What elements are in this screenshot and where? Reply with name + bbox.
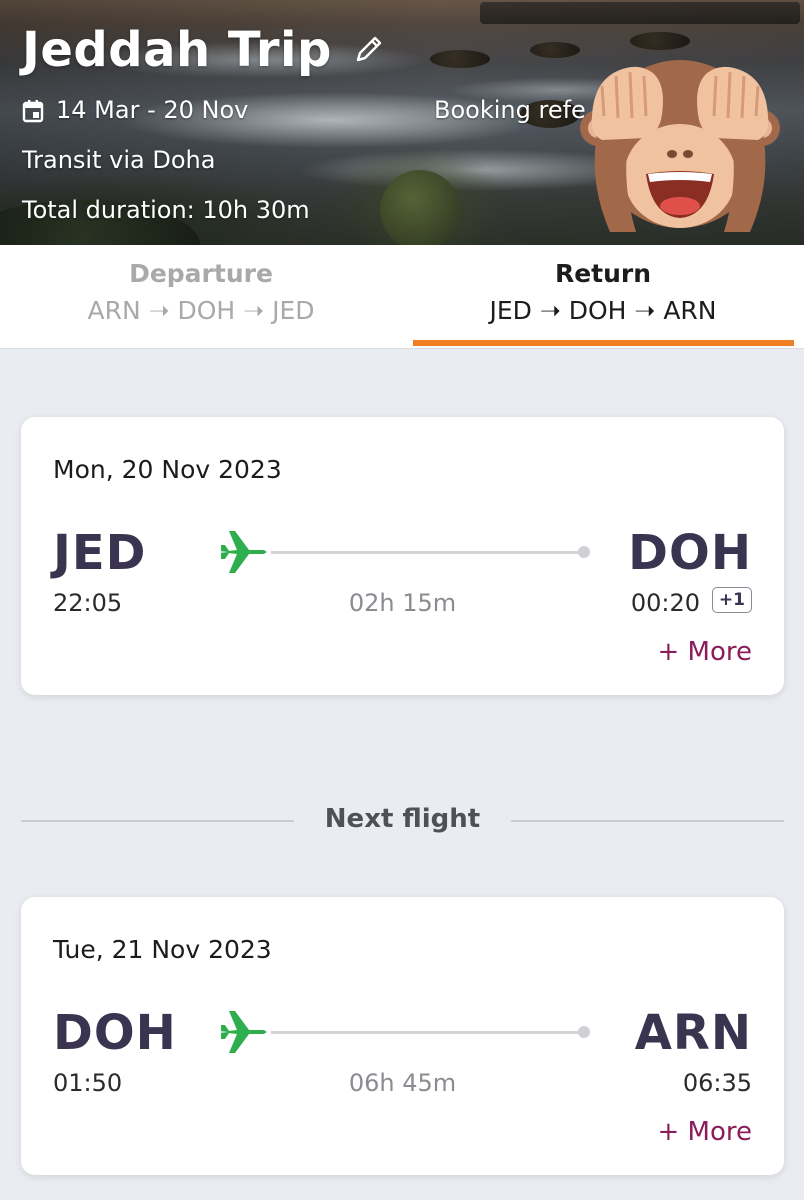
arrival-airport-code: ARN <box>634 1005 752 1061</box>
tab-departure[interactable]: Departure ARN ➝ DOH ➝ JED <box>0 245 402 349</box>
flight-date: Mon, 20 Nov 2023 <box>53 455 282 484</box>
flight-card[interactable]: Mon, 20 Nov 2023 JED DOH 22:05 02h 15m 0… <box>21 417 784 695</box>
active-tab-indicator <box>413 340 794 346</box>
next-flight-divider: Next flight <box>21 800 784 840</box>
departure-airport-code: DOH <box>53 1005 177 1061</box>
route-end-dot <box>578 1026 590 1038</box>
route-end-dot <box>578 546 590 558</box>
route-line <box>271 551 585 554</box>
arrival-time: 06:35 <box>682 1069 752 1097</box>
more-details-link[interactable]: + More <box>657 637 752 667</box>
booking-reference-label: Booking refe <box>434 96 586 124</box>
tab-return-title: Return <box>554 259 652 288</box>
trip-header: Jeddah Trip 14 Mar - 20 Nov Booking refe… <box>0 0 804 245</box>
trip-date-range: 14 Mar - 20 Nov <box>56 96 249 124</box>
next-flight-label: Next flight <box>324 804 481 834</box>
divider-line <box>511 820 784 822</box>
next-day-badge: +1 <box>711 587 752 613</box>
arrival-time: 00:20 <box>630 589 700 617</box>
trip-title: Jeddah Trip <box>22 22 332 78</box>
tab-return-route: JED ➝ DOH ➝ ARN <box>489 296 717 325</box>
calendar-icon <box>22 100 44 123</box>
total-duration: Total duration: 10h 30m <box>22 196 310 224</box>
tab-return[interactable]: Return JED ➝ DOH ➝ ARN <box>402 245 804 349</box>
more-details-link[interactable]: + More <box>657 1117 752 1147</box>
tab-departure-title: Departure <box>129 259 273 288</box>
transit-info: Transit via Doha <box>22 146 216 174</box>
flight-card[interactable]: Tue, 21 Nov 2023 DOH ARN 01:50 06h 45m 0… <box>21 897 784 1175</box>
see-no-evil-monkey-emoji <box>580 60 780 232</box>
tab-departure-route: ARN ➝ DOH ➝ JED <box>87 296 315 325</box>
flight-date: Tue, 21 Nov 2023 <box>53 935 272 964</box>
direction-tabs: Departure ARN ➝ DOH ➝ JED Return JED ➝ D… <box>0 245 804 349</box>
plane-icon <box>219 1011 267 1053</box>
pencil-icon[interactable] <box>352 32 386 66</box>
flight-duration: 06h 45m <box>348 1069 457 1097</box>
departure-airport-code: JED <box>53 525 147 581</box>
arrival-airport-code: DOH <box>628 525 752 581</box>
route-line <box>271 1031 585 1034</box>
plane-icon <box>219 531 267 573</box>
